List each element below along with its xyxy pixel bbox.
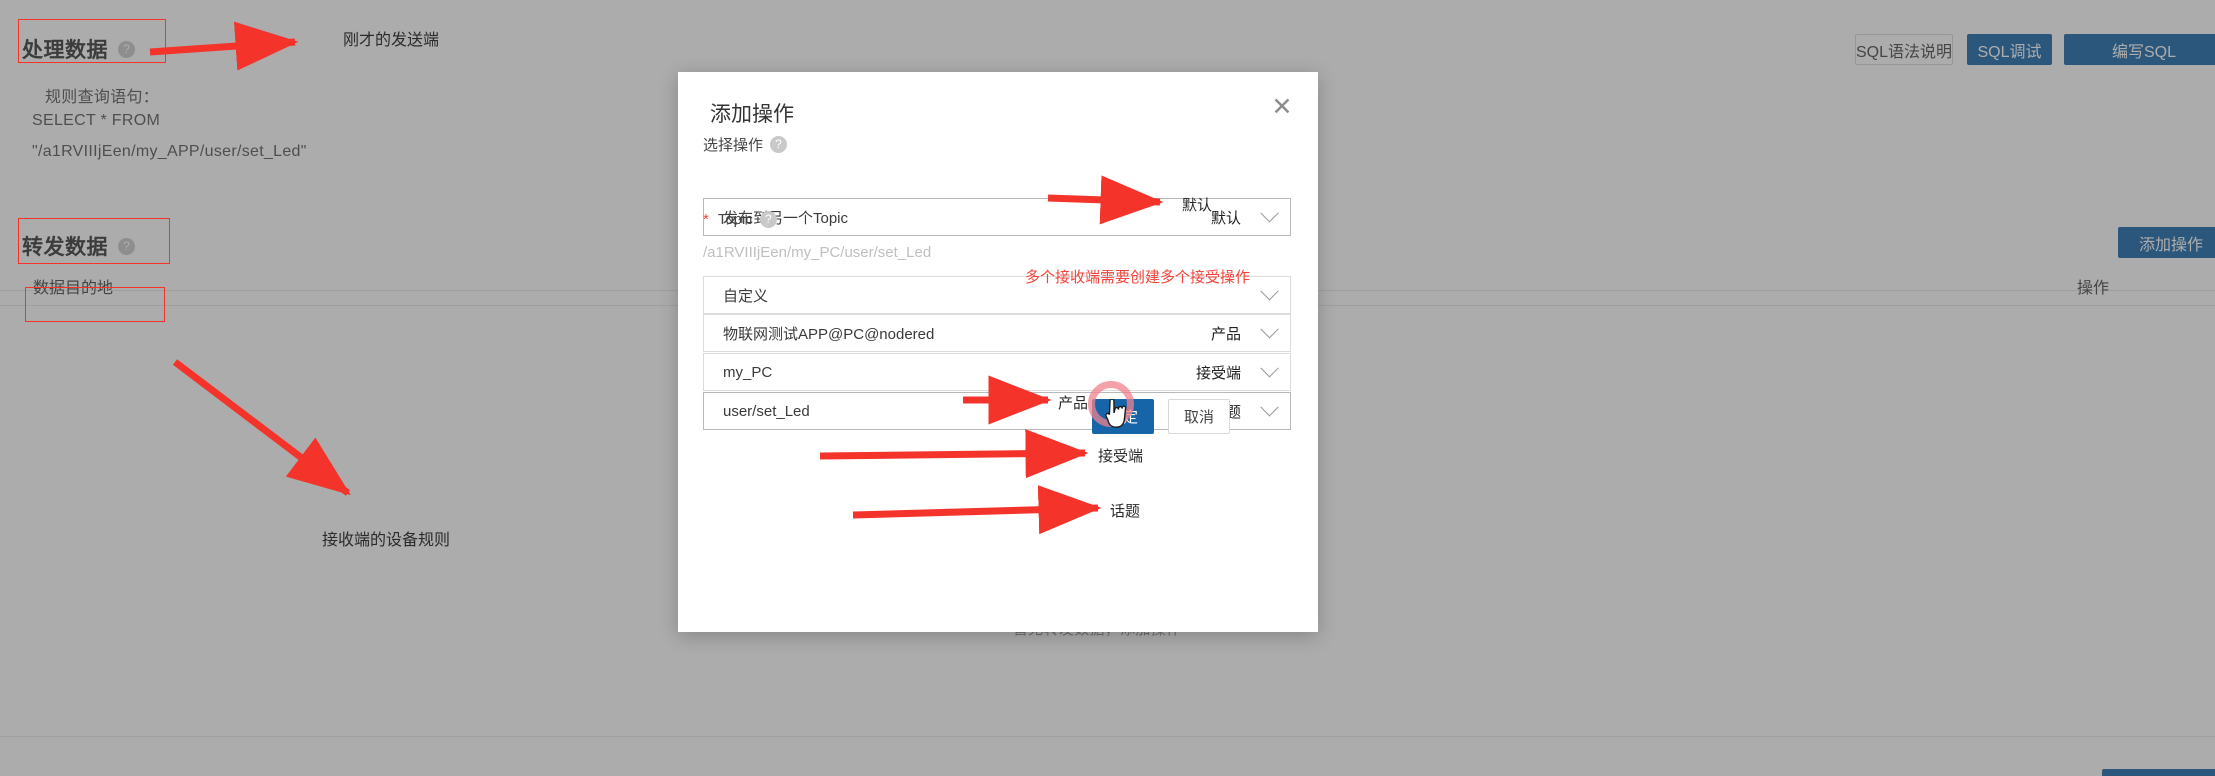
chevron-down-icon xyxy=(1260,281,1279,300)
chevron-down-icon xyxy=(1260,319,1279,338)
product-tag: 产品 xyxy=(1210,325,1241,343)
confirm-button[interactable]: 确定 xyxy=(1092,399,1154,434)
device-tag: 接受端 xyxy=(1195,364,1241,382)
device-value: my_PC xyxy=(723,363,773,381)
chevron-down-icon xyxy=(1260,358,1279,377)
help-icon[interactable]: ? xyxy=(770,136,788,153)
chevron-down-icon xyxy=(1260,397,1279,416)
topic-label: Topic xyxy=(717,211,753,228)
product-select[interactable]: 物联网测试APP@PC@nodered 产品 xyxy=(703,314,1291,352)
topic-mode-select[interactable]: 自定义 xyxy=(703,276,1291,314)
required-mark: * xyxy=(703,211,709,228)
dialog-title: 添加操作 xyxy=(710,103,794,126)
add-action-dialog: 添加操作 ✕ 选择操作 ? 发布到另一个Topic 默认 * Topic ? /… xyxy=(678,72,1318,632)
help-icon[interactable]: ? xyxy=(759,211,777,228)
topic-label-row: * Topic ? xyxy=(703,211,777,228)
select-action-label-row: 选择操作 ? xyxy=(703,134,788,155)
close-icon[interactable]: ✕ xyxy=(1268,94,1296,122)
action-type-select[interactable]: 发布到另一个Topic 默认 xyxy=(703,198,1291,236)
topic-mode-value: 自定义 xyxy=(723,287,769,305)
chevron-down-icon xyxy=(1260,203,1279,222)
action-type-tag: 默认 xyxy=(1210,209,1241,227)
topic-preview: /a1RVIIIjEen/my_PC/user/set_Led xyxy=(703,244,932,261)
cancel-button[interactable]: 取消 xyxy=(1168,399,1230,434)
select-action-label: 选择操作 xyxy=(703,137,764,154)
product-value: 物联网测试APP@PC@nodered xyxy=(723,325,935,343)
device-select[interactable]: my_PC 接受端 xyxy=(703,353,1291,391)
action-type-value: 发布到另一个Topic xyxy=(723,209,849,227)
